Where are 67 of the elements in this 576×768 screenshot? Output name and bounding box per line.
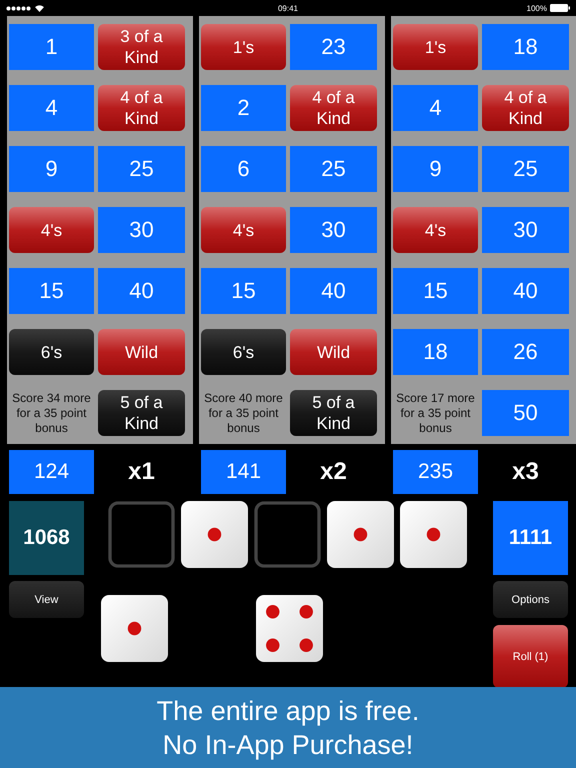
wifi-icon bbox=[35, 4, 44, 12]
score-cell[interactable]: 15 bbox=[201, 268, 286, 314]
banner-text: The entire app is free. bbox=[156, 694, 420, 728]
die-icon[interactable] bbox=[181, 501, 248, 568]
battery-icon bbox=[550, 4, 570, 12]
category-button[interactable]: Wild bbox=[98, 329, 185, 375]
score-cell[interactable]: 25 bbox=[290, 146, 377, 192]
die-icon[interactable] bbox=[101, 595, 168, 662]
score-cell[interactable]: 4 bbox=[393, 85, 478, 131]
score-cell[interactable]: 4 bbox=[9, 85, 94, 131]
score-cell[interactable]: 1 bbox=[9, 24, 94, 70]
category-button[interactable]: 3 of a Kind bbox=[98, 24, 185, 70]
score-cell[interactable]: 30 bbox=[482, 207, 569, 253]
category-button[interactable]: 1's bbox=[393, 24, 478, 70]
category-button[interactable]: Wild bbox=[290, 329, 377, 375]
score-cell[interactable]: 15 bbox=[9, 268, 94, 314]
bonus-note: Score 17 more for a 35 point bonus bbox=[395, 390, 476, 436]
status-time: 09:41 bbox=[278, 4, 298, 12]
score-cell[interactable]: 15 bbox=[393, 268, 478, 314]
high-score: 1111 bbox=[493, 501, 568, 575]
score-cell[interactable]: 25 bbox=[98, 146, 185, 192]
score-cell[interactable]: 18 bbox=[482, 24, 569, 70]
signal-icon bbox=[6, 6, 32, 10]
score-cell[interactable]: 40 bbox=[98, 268, 185, 314]
score-cell[interactable]: 26 bbox=[482, 329, 569, 375]
score-cell[interactable]: 40 bbox=[290, 268, 377, 314]
category-button[interactable]: 5 of a Kind bbox=[290, 390, 377, 436]
column-total: 235 bbox=[393, 450, 478, 494]
empty-die-slot bbox=[108, 501, 175, 568]
category-button[interactable]: 4's bbox=[393, 207, 478, 253]
banner-text: No In-App Purchase! bbox=[162, 728, 414, 762]
die-icon[interactable] bbox=[327, 501, 394, 568]
category-button[interactable]: 5 of a Kind bbox=[98, 390, 185, 436]
bonus-note: Score 34 more for a 35 point bonus bbox=[11, 390, 92, 436]
score-cell[interactable]: 50 bbox=[482, 390, 569, 436]
category-button[interactable]: 1's bbox=[201, 24, 286, 70]
empty-die-slot bbox=[254, 501, 321, 568]
roll-button[interactable]: Roll (1) bbox=[493, 625, 568, 688]
score-cell[interactable]: 9 bbox=[9, 146, 94, 192]
category-button[interactable]: 4 of a Kind bbox=[290, 85, 377, 131]
bonus-note: Score 40 more for a 35 point bonus bbox=[203, 390, 284, 436]
score-cell[interactable]: 30 bbox=[98, 207, 185, 253]
multiplier-label: x2 bbox=[319, 457, 348, 487]
category-button[interactable]: 4 of a Kind bbox=[482, 85, 569, 131]
die-icon[interactable] bbox=[400, 501, 467, 568]
category-button[interactable]: 4's bbox=[201, 207, 286, 253]
score-cell[interactable]: 30 bbox=[290, 207, 377, 253]
category-button[interactable]: 4's bbox=[9, 207, 94, 253]
die-icon[interactable] bbox=[256, 595, 323, 662]
score-cell[interactable]: 2 bbox=[201, 85, 286, 131]
score-cell[interactable]: 9 bbox=[393, 146, 478, 192]
multiplier-label: x1 bbox=[127, 457, 156, 487]
category-button[interactable]: 4 of a Kind bbox=[98, 85, 185, 131]
score-cell[interactable]: 18 bbox=[393, 329, 478, 375]
options-button[interactable]: Options bbox=[493, 581, 568, 618]
column-total: 124 bbox=[9, 450, 94, 494]
score-cell[interactable]: 6 bbox=[201, 146, 286, 192]
battery-percent: 100% bbox=[526, 4, 547, 12]
total-score: 1068 bbox=[9, 501, 84, 575]
category-button[interactable]: 6's bbox=[9, 329, 94, 375]
score-cell[interactable]: 25 bbox=[482, 146, 569, 192]
score-cell[interactable]: 40 bbox=[482, 268, 569, 314]
column-total: 141 bbox=[201, 450, 286, 494]
multiplier-label: x3 bbox=[511, 457, 540, 487]
category-button[interactable]: 6's bbox=[201, 329, 286, 375]
score-cell[interactable]: 23 bbox=[290, 24, 377, 70]
view-button[interactable]: View bbox=[9, 581, 84, 618]
